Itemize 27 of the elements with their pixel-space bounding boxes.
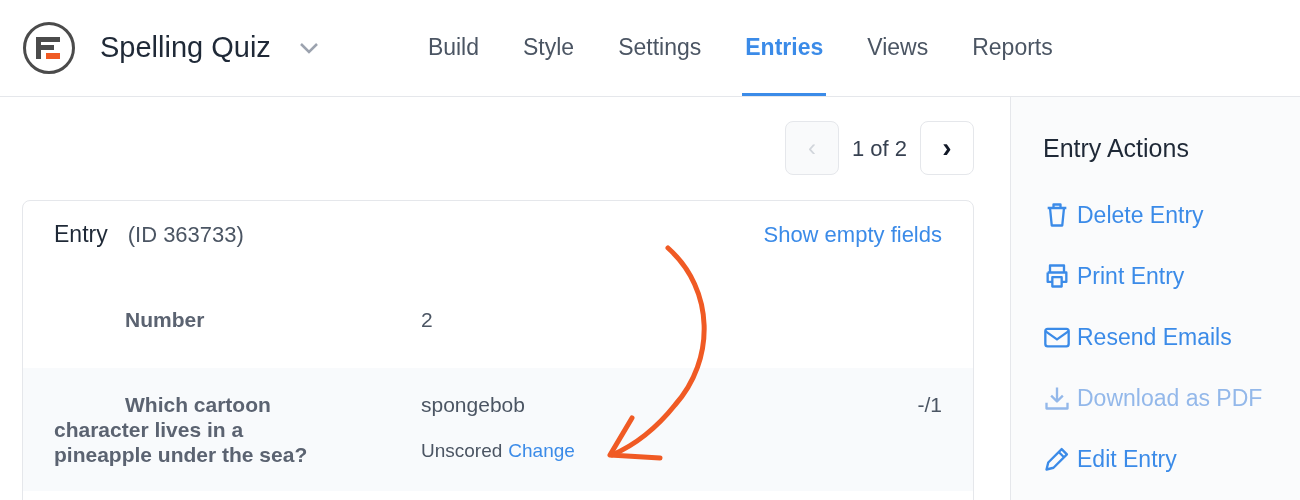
- show-empty-fields-link[interactable]: Show empty fields: [763, 217, 942, 251]
- form-title: Spelling Quiz: [100, 30, 271, 66]
- field-value: 2: [421, 307, 434, 332]
- change-link[interactable]: Change: [508, 437, 575, 466]
- field-value: spongebob: [421, 392, 526, 417]
- nav-tab[interactable]: Views: [864, 0, 932, 96]
- action-link[interactable]: Print Entry: [1043, 258, 1300, 294]
- field-label: Number: [124, 307, 206, 332]
- action-link[interactable]: Edit Entry: [1043, 441, 1300, 477]
- pencil-icon: [1043, 445, 1071, 473]
- action-link[interactable]: Resend Emails: [1043, 319, 1300, 355]
- nav-tab[interactable]: Build: [424, 0, 483, 96]
- action-link[interactable]: Delete Entry: [1043, 197, 1300, 233]
- nav-tab[interactable]: Entries: [742, 0, 827, 96]
- field-label: Which cartoon character lives in a pineapple under the sea?: [54, 392, 309, 467]
- score-status: Unscored: [421, 439, 503, 463]
- nav-tab[interactable]: Settings: [615, 0, 705, 96]
- nav-tab[interactable]: Style: [520, 0, 578, 96]
- sidebar-title: Entry Actions: [1043, 133, 1190, 164]
- next-button[interactable]: ›: [920, 121, 974, 175]
- entry-id: (ID 363733): [127, 220, 244, 249]
- score-text: -/1: [917, 392, 942, 418]
- page-indicator: 1 of 2: [851, 134, 907, 163]
- nav-tab[interactable]: Reports: [969, 0, 1056, 96]
- logo-icon: [22, 21, 76, 75]
- entry-title: Entry: [54, 219, 108, 249]
- caret-icon[interactable]: [298, 42, 319, 54]
